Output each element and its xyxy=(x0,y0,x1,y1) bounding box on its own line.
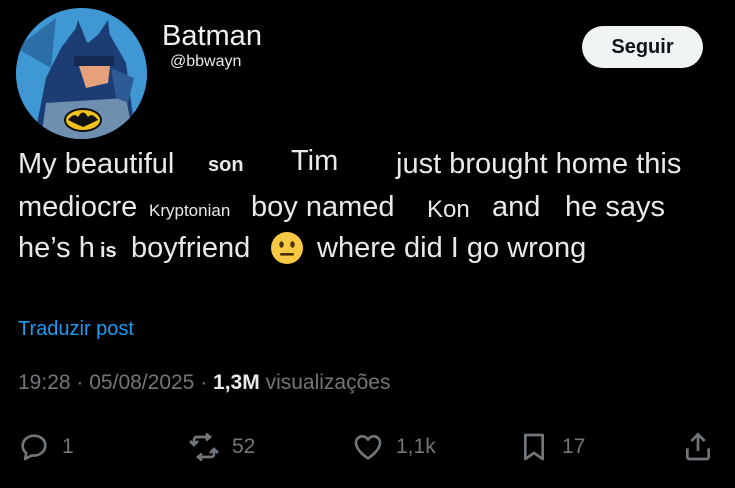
like-count: 1,1k xyxy=(396,435,436,458)
tweet-text: he says xyxy=(565,191,665,223)
neutral-face-emoji xyxy=(271,232,303,264)
tweet-text: is xyxy=(100,240,117,262)
tweet-text: Kon xyxy=(427,196,470,223)
avatar[interactable] xyxy=(16,8,147,139)
repost-count: 52 xyxy=(232,435,256,458)
tweet-text: My beautiful xyxy=(18,148,175,180)
bookmark-button[interactable]: 17 xyxy=(518,430,585,464)
views-label: visualizações xyxy=(265,371,391,394)
share-button[interactable] xyxy=(682,430,714,464)
tweet-text: Tim xyxy=(291,145,339,177)
tweet-text: boy named xyxy=(251,191,395,223)
follow-button[interactable]: Seguir xyxy=(582,26,703,68)
bookmark-icon xyxy=(524,433,544,461)
author-name[interactable]: Batman xyxy=(162,20,262,53)
reply-icon xyxy=(21,434,47,461)
tweet-meta: 19:28 · 05/08/2025 · 1,3M visualizações xyxy=(18,371,390,395)
tweet-text: boyfriend xyxy=(131,232,251,264)
reply-button[interactable]: 1 xyxy=(18,430,74,464)
tweet-time[interactable]: 19:28 xyxy=(18,371,71,394)
views-count: 1,3M xyxy=(213,371,260,394)
batman-avatar-icon xyxy=(16,8,147,139)
like-button[interactable]: 1,1k xyxy=(352,430,436,464)
tweet-text: where did I go wrong xyxy=(317,232,587,264)
share-icon xyxy=(686,432,710,461)
tweet-text: son xyxy=(208,154,244,176)
tweet-date[interactable]: 05/08/2025 xyxy=(89,371,194,394)
tweet-text: just brought home this xyxy=(396,148,682,180)
tweet-text: mediocre xyxy=(18,191,138,223)
translate-link[interactable]: Traduzir post xyxy=(18,318,134,341)
repost-button[interactable]: 52 xyxy=(188,430,255,464)
bookmark-count: 17 xyxy=(562,435,586,458)
tweet-text: he’s h xyxy=(18,232,95,264)
like-icon xyxy=(354,435,382,460)
repost-icon xyxy=(189,432,219,462)
meta-separator: · xyxy=(200,371,208,394)
author-handle[interactable]: @bbwayn xyxy=(170,53,241,71)
meta-separator: · xyxy=(76,371,84,394)
reply-count: 1 xyxy=(62,435,74,458)
tweet-text: Kryptonian xyxy=(149,201,231,220)
tweet-text: and xyxy=(492,191,541,223)
